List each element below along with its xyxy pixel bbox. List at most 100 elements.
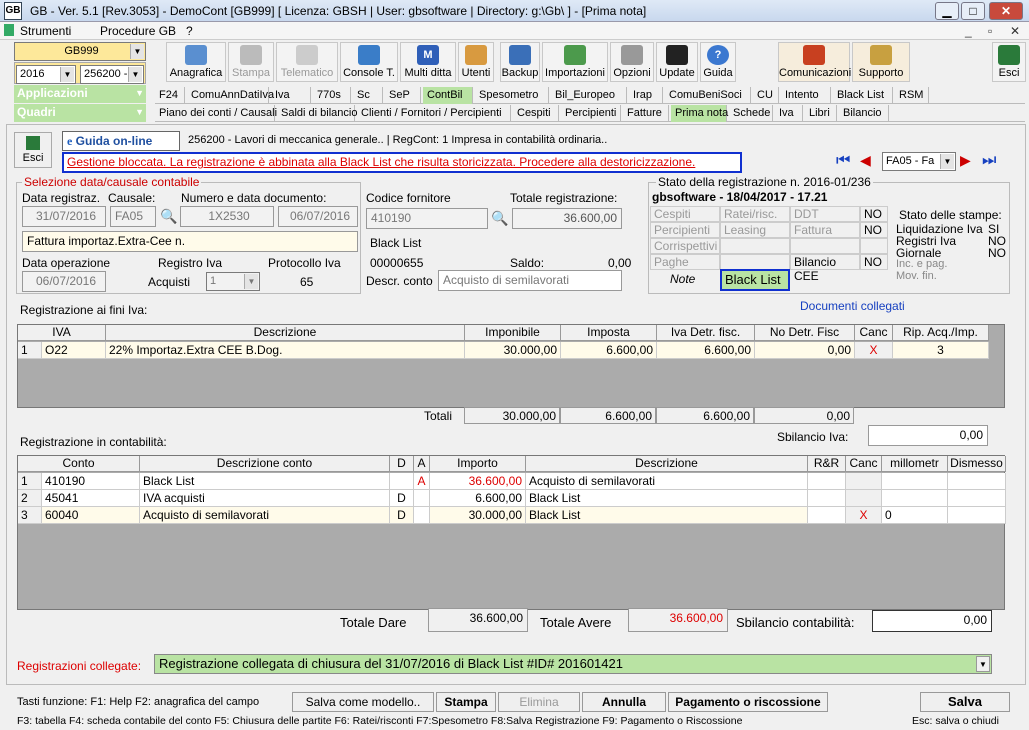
importo-cell[interactable]: 6.600,00 bbox=[430, 490, 526, 507]
dismesso-cell[interactable] bbox=[948, 490, 1006, 507]
registrazioni-collegate-select[interactable]: Registrazione collegata di chiusura del … bbox=[154, 654, 992, 674]
first-record-icon[interactable]: ⏮ bbox=[836, 152, 850, 170]
descrizione-cell[interactable]: Acquisto di semilavorati bbox=[526, 473, 808, 490]
tab-iva[interactable]: Iva bbox=[271, 87, 311, 104]
descrizione-cell[interactable]: Black List bbox=[526, 490, 808, 507]
rr-cell[interactable] bbox=[808, 473, 846, 490]
descr-conto-cell[interactable]: Black List bbox=[140, 473, 390, 490]
ente-select[interactable]: 256200 - ▼ bbox=[80, 65, 144, 84]
causale-nav-select[interactable]: FA05 - Fa ▼ bbox=[882, 152, 956, 171]
tab-bil-europeo[interactable]: Bil_Europeo bbox=[551, 87, 627, 104]
search-icon[interactable]: 🔍 bbox=[491, 210, 508, 227]
quadri-select[interactable]: Quadri ▼ bbox=[14, 104, 146, 122]
mdi-minimize[interactable]: _ bbox=[965, 24, 972, 38]
descr-conto-field[interactable]: Acquisto di semilavorati bbox=[438, 270, 622, 291]
sbilancio-iva-field[interactable]: 0,00 bbox=[868, 425, 988, 446]
subtab-saldi-di-bilancio[interactable]: Saldi di bilancio bbox=[277, 105, 357, 122]
subtab-fatture[interactable]: Fatture bbox=[623, 105, 669, 122]
millometr-cell[interactable] bbox=[882, 473, 948, 490]
opzioni-button[interactable]: Opzioni bbox=[610, 42, 654, 82]
descrizione-field[interactable]: Fattura importaz.Extra-Cee n. bbox=[22, 231, 358, 252]
data-operazione-field[interactable]: 06/07/2016 bbox=[22, 271, 106, 292]
importo-cell[interactable]: 30.000,00 bbox=[430, 507, 526, 524]
menu-help[interactable]: ? bbox=[186, 24, 193, 38]
guida-button[interactable]: ? Guida bbox=[700, 42, 736, 82]
close-button[interactable]: ✕ bbox=[989, 2, 1023, 20]
delete-row-icon[interactable] bbox=[846, 473, 882, 490]
note-label[interactable]: Note bbox=[670, 272, 695, 286]
tab-770s[interactable]: 770s bbox=[313, 87, 351, 104]
backup-button[interactable]: Backup bbox=[500, 42, 540, 82]
rr-cell[interactable] bbox=[808, 507, 846, 524]
iva-code-cell[interactable]: O22 bbox=[42, 342, 106, 359]
esci-button[interactable]: Esci bbox=[14, 132, 52, 168]
rip-cell[interactable]: 3 bbox=[893, 342, 989, 359]
next-record-icon[interactable]: ▶ bbox=[960, 152, 971, 169]
data-documento-field[interactable]: 06/07/2016 bbox=[278, 206, 358, 227]
descrizione-cell[interactable]: Black List bbox=[526, 507, 808, 524]
delete-row-icon[interactable] bbox=[846, 490, 882, 507]
tab-spesometro[interactable]: Spesometro bbox=[475, 87, 549, 104]
year-select[interactable]: 2016 ▼ bbox=[16, 65, 76, 84]
tab-rsm[interactable]: RSM bbox=[895, 87, 929, 104]
tab-f24[interactable]: F24 bbox=[155, 87, 185, 104]
pagamento-button[interactable]: Pagamento o riscossione bbox=[668, 692, 828, 712]
dare-flag-cell[interactable]: D bbox=[390, 490, 414, 507]
subtab-bilancio[interactable]: Bilancio bbox=[839, 105, 889, 122]
update-button[interactable]: Update bbox=[656, 42, 698, 82]
avere-flag-cell[interactable]: A bbox=[414, 473, 430, 490]
minimize-button[interactable]: ▁ bbox=[935, 2, 959, 20]
subtab-cespiti[interactable]: Cespiti bbox=[513, 105, 559, 122]
subtab-libri[interactable]: Libri bbox=[805, 105, 837, 122]
black-list-badge[interactable]: Black List bbox=[720, 269, 790, 291]
blocked-warning[interactable]: Gestione bloccata. La registrazione è ab… bbox=[62, 152, 742, 173]
totale-field[interactable]: 36.600,00 bbox=[512, 208, 622, 229]
registro-select[interactable]: 1 ▼ bbox=[206, 272, 260, 291]
tab-comuanndatiiva[interactable]: ComuAnnDatiIva bbox=[187, 87, 274, 104]
iva-descr-cell[interactable]: 22% Importaz.Extra CEE B.Dog. bbox=[106, 342, 465, 359]
dismesso-cell[interactable] bbox=[948, 507, 1006, 524]
guida-online-button[interactable]: e Guida on-line bbox=[62, 131, 180, 151]
subtab-clienti-fornitori-percipienti[interactable]: Clienti / Fornitori / Percipienti bbox=[357, 105, 511, 122]
subtab-percipienti[interactable]: Percipienti bbox=[561, 105, 621, 122]
elimina-button[interactable]: Elimina bbox=[498, 692, 580, 712]
tab-irap[interactable]: Irap bbox=[629, 87, 663, 104]
codice-fornitore-field[interactable]: 410190 bbox=[366, 208, 488, 229]
menu-strumenti[interactable]: Strumenti bbox=[20, 24, 71, 38]
sbilancio-contabilita-field[interactable]: 0,00 bbox=[872, 610, 992, 632]
imposta-cell[interactable]: 6.600,00 bbox=[561, 342, 657, 359]
subtab-piano-dei-conti-causali[interactable]: Piano dei conti / Causali bbox=[155, 105, 277, 122]
applicazioni-select[interactable]: Applicazioni ▼ bbox=[14, 85, 146, 103]
mdi-close[interactable]: ✕ bbox=[1010, 24, 1020, 38]
comunicazioni-button[interactable]: Comunicazioni bbox=[778, 42, 851, 82]
totale-avere-field[interactable]: 36.600,00 bbox=[628, 608, 728, 632]
salva-modello-button[interactable]: Salva come modello.. bbox=[292, 692, 434, 712]
tab-cu[interactable]: CU bbox=[753, 87, 779, 104]
numero-documento-field[interactable]: 1X2530 bbox=[180, 206, 274, 227]
delete-row-icon[interactable]: X bbox=[846, 507, 882, 524]
conto-cell[interactable]: 45041 bbox=[42, 490, 140, 507]
importo-cell[interactable]: 36.600,00 bbox=[430, 473, 526, 490]
console-button[interactable]: Console T. bbox=[340, 42, 398, 82]
imponibile-cell[interactable]: 30.000,00 bbox=[465, 342, 561, 359]
avere-flag-cell[interactable] bbox=[414, 490, 430, 507]
importazioni-button[interactable]: Importazioni bbox=[542, 42, 608, 82]
search-icon[interactable]: 🔍 bbox=[160, 208, 177, 225]
tab-intento[interactable]: Intento bbox=[781, 87, 831, 104]
dare-flag-cell[interactable] bbox=[390, 473, 414, 490]
delete-row-icon[interactable]: X bbox=[855, 342, 893, 359]
last-record-icon[interactable]: ⏭ bbox=[982, 152, 996, 170]
tab-contbil[interactable]: ContBil bbox=[423, 87, 473, 104]
tab-sc[interactable]: Sc bbox=[353, 87, 383, 104]
supporto-button[interactable]: Supporto bbox=[852, 42, 910, 82]
no-detr-cell[interactable]: 0,00 bbox=[755, 342, 855, 359]
mdi-restore[interactable]: ▫ bbox=[988, 24, 992, 38]
rr-cell[interactable] bbox=[808, 490, 846, 507]
subtab-iva[interactable]: Iva bbox=[775, 105, 803, 122]
subtab-schede[interactable]: Schede bbox=[729, 105, 773, 122]
subtab-prima-nota[interactable]: Prima nota bbox=[671, 105, 728, 122]
stampa-button[interactable]: Stampa bbox=[228, 42, 274, 82]
tab-comubenisoci[interactable]: ComuBeniSoci bbox=[665, 87, 751, 104]
dismesso-cell[interactable] bbox=[948, 473, 1006, 490]
tab-sep[interactable]: SeP bbox=[385, 87, 421, 104]
